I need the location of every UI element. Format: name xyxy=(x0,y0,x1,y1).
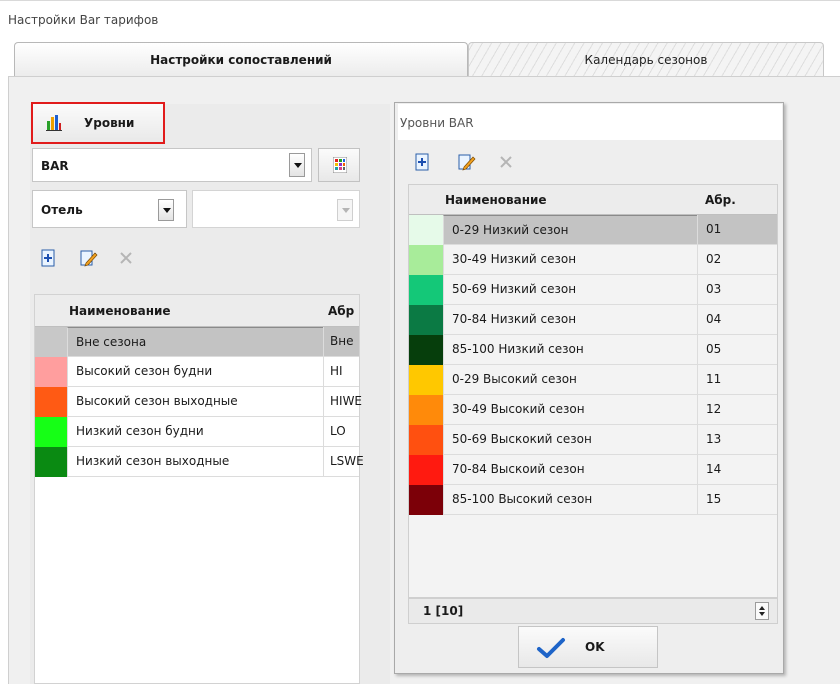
color-swatch xyxy=(409,425,443,455)
add-record-icon[interactable] xyxy=(412,152,432,172)
row-abbr: LSWE xyxy=(323,447,364,477)
table-row[interactable]: 30-49 Высокий сезон 12 xyxy=(409,395,777,425)
levels-mapping-grid: Наименование Абр Вне сезона Вне Высокий … xyxy=(34,294,364,684)
color-swatch xyxy=(35,327,67,357)
row-abbr: 12 xyxy=(697,395,777,425)
table-row[interactable]: 50-69 Выскокий сезон 13 xyxy=(409,425,777,455)
color-swatch xyxy=(35,447,67,477)
table-row[interactable]: 85-100 Высокий сезон 15 xyxy=(409,485,777,515)
color-grid-button[interactable] xyxy=(318,148,360,182)
edit-record-icon[interactable] xyxy=(78,248,98,268)
table-row[interactable]: 70-84 Выскоий сезон 14 xyxy=(409,455,777,485)
row-name: Низкий сезон выходные xyxy=(67,447,323,477)
row-name: Высокий сезон будни xyxy=(67,357,323,387)
color-swatch xyxy=(409,455,443,485)
dialog-title: Уровни BAR xyxy=(398,104,782,140)
table-row[interactable]: 85-100 Низкий сезон 05 xyxy=(409,335,777,365)
delete-record-icon[interactable] xyxy=(116,248,136,268)
row-name: 70-84 Выскоий сезон xyxy=(443,455,697,485)
row-name: 0-29 Низкий сезон xyxy=(443,215,697,245)
table-row[interactable]: 30-49 Низкий сезон 02 xyxy=(409,245,777,275)
tab-season-calendar[interactable]: Календарь сезонов xyxy=(468,42,824,76)
color-swatch xyxy=(409,335,443,365)
row-abbr: 04 xyxy=(697,305,777,335)
delete-record-icon[interactable] xyxy=(496,152,516,172)
color-swatch xyxy=(409,305,443,335)
table-row[interactable]: Низкий сезон будни LO xyxy=(35,417,359,447)
row-name: 30-49 Высокий сезон xyxy=(443,395,697,425)
row-name: 85-100 Низкий сезон xyxy=(443,335,697,365)
row-name: 85-100 Высокий сезон xyxy=(443,485,697,515)
bar-select-value: BAR xyxy=(41,159,69,173)
row-abbr: 01 xyxy=(697,215,777,245)
color-swatch xyxy=(409,275,443,305)
grid-header: Наименование Абр. xyxy=(409,185,777,215)
row-abbr: 14 xyxy=(697,455,777,485)
table-row[interactable]: Низкий сезон выходные LSWE xyxy=(35,447,364,477)
column-header-name[interactable]: Наименование xyxy=(69,304,171,318)
row-name: Низкий сезон будни xyxy=(67,417,323,447)
chevron-down-icon[interactable] xyxy=(289,153,305,177)
table-row[interactable]: 70-84 Низкий сезон 04 xyxy=(409,305,777,335)
grid-header: Наименование Абр xyxy=(35,295,359,327)
table-row[interactable]: Высокий сезон выходные HIWE xyxy=(35,387,362,417)
checkmark-icon xyxy=(536,637,566,662)
row-name: Вне сезона xyxy=(67,327,323,357)
row-abbr: 15 xyxy=(697,485,777,515)
hotel-select-value: Отель xyxy=(41,203,83,217)
row-abbr: 13 xyxy=(697,425,777,455)
color-swatch xyxy=(409,395,443,425)
table-row[interactable]: 50-69 Низкий сезон 03 xyxy=(409,275,777,305)
levels-button[interactable]: Уровни xyxy=(31,102,165,144)
row-name: Высокий сезон выходные xyxy=(67,387,323,417)
spinner-icon[interactable] xyxy=(755,602,769,620)
color-swatch xyxy=(409,215,443,245)
color-swatch xyxy=(409,365,443,395)
ok-button-label: OK xyxy=(585,640,605,654)
edit-record-icon[interactable] xyxy=(456,152,476,172)
column-header-abbr[interactable]: Абр. xyxy=(705,193,736,207)
table-row[interactable]: Высокий сезон будни HI xyxy=(35,357,359,387)
row-abbr: Вне xyxy=(323,327,359,357)
chevron-down-icon[interactable] xyxy=(337,199,353,221)
row-abbr: 05 xyxy=(697,335,777,365)
row-abbr: HIWE xyxy=(323,387,362,417)
ok-button[interactable]: OK xyxy=(518,626,658,668)
table-row[interactable]: 0-29 Низкий сезон 01 xyxy=(409,215,777,245)
color-swatch xyxy=(35,417,67,447)
bar-chart-icon xyxy=(46,115,62,134)
color-swatch xyxy=(35,387,67,417)
table-row[interactable]: Вне сезона Вне xyxy=(35,327,359,357)
row-abbr: 03 xyxy=(697,275,777,305)
row-abbr: HI xyxy=(323,357,359,387)
table-row[interactable]: 0-29 Высокий сезон 11 xyxy=(409,365,777,395)
row-name: 50-69 Выскокий сезон xyxy=(443,425,697,455)
row-name: 30-49 Низкий сезон xyxy=(443,245,697,275)
add-record-icon[interactable] xyxy=(38,248,58,268)
tab-mapping-settings[interactable]: Настройки сопоставлений xyxy=(14,42,468,76)
grid-status-bar: 1 [10] xyxy=(408,598,778,624)
column-header-name[interactable]: Наименование xyxy=(445,193,547,207)
column-header-abbr[interactable]: Абр xyxy=(328,304,354,318)
hotel-select[interactable]: Отель xyxy=(32,190,187,228)
row-abbr: 02 xyxy=(697,245,777,275)
row-abbr: 11 xyxy=(697,365,777,395)
color-grid-icon xyxy=(332,156,348,176)
color-swatch xyxy=(35,357,67,387)
row-name: 70-84 Низкий сезон xyxy=(443,305,697,335)
bar-levels-grid: Наименование Абр. 0-29 Низкий сезон 01 3… xyxy=(408,184,778,598)
row-abbr: LO xyxy=(323,417,359,447)
hotel-value-select[interactable] xyxy=(192,190,360,228)
color-swatch xyxy=(409,485,443,515)
chevron-down-icon[interactable] xyxy=(158,199,174,221)
levels-button-label: Уровни xyxy=(84,116,135,130)
bar-select[interactable]: BAR xyxy=(32,148,312,182)
record-count: 1 [10] xyxy=(423,604,464,618)
row-name: 0-29 Высокий сезон xyxy=(443,365,697,395)
window-title: Настройки Bar тарифов xyxy=(0,0,840,36)
color-swatch xyxy=(409,245,443,275)
row-name: 50-69 Низкий сезон xyxy=(443,275,697,305)
